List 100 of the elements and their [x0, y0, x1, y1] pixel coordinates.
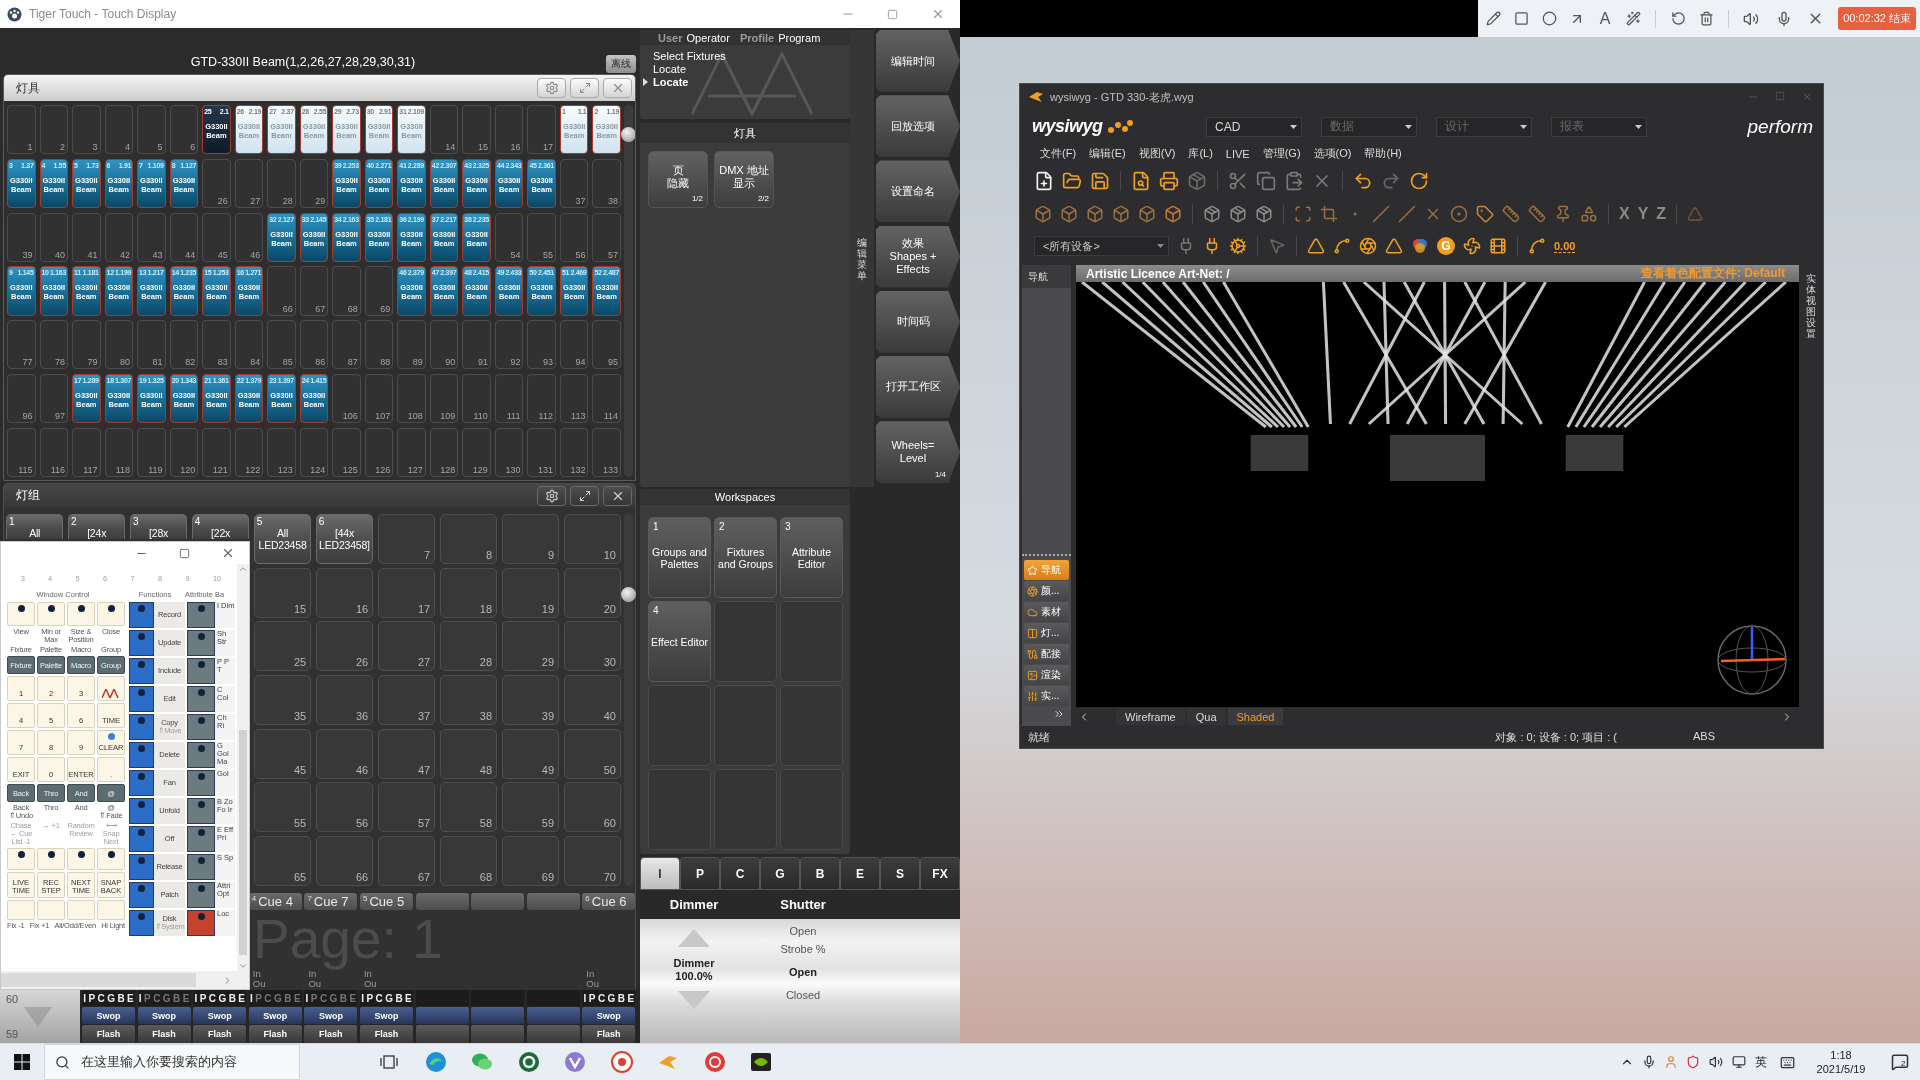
fixture-slot[interactable]: 16: [494, 105, 524, 155]
fixture-slot[interactable]: 68: [332, 266, 361, 316]
group-slot[interactable]: 10: [563, 514, 621, 565]
new-file-icon[interactable]: [1034, 170, 1054, 191]
fixture-slot[interactable]: 131: [527, 427, 556, 477]
menu-line[interactable]: Locate: [653, 75, 689, 88]
package-icon[interactable]: [1255, 205, 1273, 223]
group-slot[interactable]: 39: [501, 674, 560, 726]
group-slot[interactable]: 45: [253, 728, 312, 779]
numeric-button[interactable]: 0.00: [1554, 239, 1576, 253]
group-slot[interactable]: 66: [315, 835, 374, 886]
menu-item[interactable]: LIVE: [1225, 147, 1250, 160]
fixture-slot[interactable]: 55: [527, 212, 556, 262]
group-slot[interactable]: 55: [253, 782, 312, 833]
fixture-slot[interactable]: 15: [462, 105, 491, 155]
speaker-icon[interactable]: [1709, 1055, 1723, 1069]
swop-button[interactable]: Swop: [248, 1007, 302, 1024]
scroll-up-icon[interactable]: [238, 564, 248, 574]
fixture-slot[interactable]: 90: [429, 320, 459, 370]
fixture-slot[interactable]: 40: [39, 212, 69, 262]
eye-logo-icon[interactable]: [750, 1051, 773, 1073]
workspace-button[interactable]: 1 Groups and Palettes: [648, 517, 711, 598]
group-tile[interactable]: 6 [44x LED23458]: [315, 514, 374, 565]
fixture-slot[interactable]: 56: [559, 212, 589, 262]
group-slot[interactable]: 30: [563, 621, 621, 672]
fixture-slot[interactable]: 17: [527, 105, 556, 155]
maximize-icon[interactable]: [179, 547, 190, 559]
fixture-slot[interactable]: 111: [494, 373, 524, 424]
scrollbar[interactable]: [237, 564, 249, 971]
console-key[interactable]: [97, 848, 125, 870]
fixture-slot[interactable]: 86: [299, 320, 329, 370]
option-button[interactable]: 页 隐藏 1/2: [648, 151, 708, 208]
save-icon[interactable]: [1090, 170, 1110, 191]
shapes-icon[interactable]: [1580, 205, 1598, 223]
swop-button[interactable]: Swop: [193, 1007, 247, 1024]
softkey[interactable]: 时间码: [876, 290, 960, 353]
fixture-slot[interactable]: 45: [202, 212, 231, 262]
fixture-slot[interactable]: 121: [202, 427, 231, 477]
option-button[interactable]: DMX 地址 显示 2/2: [714, 151, 774, 208]
fixture-slot[interactable]: 78: [39, 320, 69, 370]
group-slot[interactable]: 35: [253, 674, 312, 726]
maximize-icon[interactable]: [887, 8, 898, 20]
cube-icon[interactable]: [1060, 205, 1078, 223]
axis-button[interactable]: X: [1619, 205, 1630, 223]
fixture-slot[interactable]: 93: [527, 320, 556, 370]
speaker-icon[interactable]: [1743, 10, 1759, 27]
fixture-slot[interactable]: 84: [234, 320, 264, 370]
group-slot[interactable]: 58: [439, 782, 498, 833]
wheel-option[interactable]: Strobe %: [780, 943, 826, 956]
group-slot[interactable]: 18: [439, 567, 498, 618]
playback-legend[interactable]: [471, 893, 525, 910]
group-slot[interactable]: 27: [377, 621, 436, 672]
attribute-tab[interactable]: G: [760, 857, 800, 890]
fixture-slot[interactable]: 89: [397, 320, 426, 370]
cube-icon[interactable]: [1034, 205, 1052, 223]
monitor-icon[interactable]: [1732, 1055, 1746, 1069]
group-slot[interactable]: 50: [563, 728, 621, 779]
microphone-icon[interactable]: [1642, 1055, 1656, 1069]
text-tool[interactable]: A: [1599, 9, 1611, 28]
fixture-slot[interactable]: 92: [494, 320, 524, 370]
menu-item[interactable]: 选项(O): [1313, 146, 1352, 161]
axis-button[interactable]: Z: [1656, 205, 1667, 223]
tag-icon[interactable]: [1476, 205, 1494, 223]
softkey[interactable]: 打开工作区: [876, 355, 960, 418]
nav-item[interactable]: 渲染: [1024, 665, 1069, 685]
pencil-icon[interactable]: [1485, 11, 1501, 26]
menu-line[interactable]: Select Fixtures: [653, 49, 726, 62]
fixture-slot[interactable]: 114: [592, 373, 621, 424]
group-slot[interactable]: 59: [501, 782, 560, 833]
wheel-option[interactable]: Open: [789, 925, 817, 938]
console-key[interactable]: [7, 848, 35, 870]
gear-icon[interactable]: [1229, 237, 1247, 255]
fixture-slot[interactable]: 43: [137, 212, 166, 262]
group-slot[interactable]: 37: [377, 674, 436, 726]
fixture-slot[interactable]: 125: [332, 427, 361, 477]
fixture-slot[interactable]: 118: [104, 427, 134, 477]
group-slot[interactable]: 8: [439, 514, 498, 565]
fixture-slot[interactable]: 80: [104, 320, 134, 370]
input-language[interactable]: 英: [1755, 1053, 1767, 1071]
nav-item[interactable]: 配接: [1024, 644, 1069, 664]
menu-item[interactable]: 文件(F): [1040, 146, 1077, 161]
fixture-slot[interactable]: 14: [429, 105, 459, 155]
side-tab[interactable]: 编辑菜单: [850, 30, 874, 487]
group-slot[interactable]: 70: [563, 835, 621, 886]
package-icon[interactable]: [1229, 205, 1247, 223]
fixture-slot[interactable]: 133: [592, 427, 621, 477]
color-mix-icon[interactable]: [1411, 237, 1429, 255]
fixture-slot[interactable]: 129: [462, 427, 491, 477]
file-search-icon[interactable]: [1131, 170, 1151, 191]
attribute-tab[interactable]: S: [880, 857, 920, 890]
scroll-thumb[interactable]: [621, 587, 636, 602]
group-slot[interactable]: 19: [501, 567, 560, 618]
nav-item[interactable]: 颜...: [1024, 581, 1069, 601]
nav-item[interactable]: 素材: [1024, 602, 1069, 622]
menu-item[interactable]: 编辑(E): [1089, 146, 1126, 161]
fixture-slot[interactable]: 83: [202, 320, 231, 370]
fixture-slot[interactable]: 1: [7, 105, 36, 155]
scroll-thumb[interactable]: [239, 730, 247, 955]
fixture-slot[interactable]: 39: [7, 212, 36, 262]
scrollbar[interactable]: [1, 971, 249, 989]
